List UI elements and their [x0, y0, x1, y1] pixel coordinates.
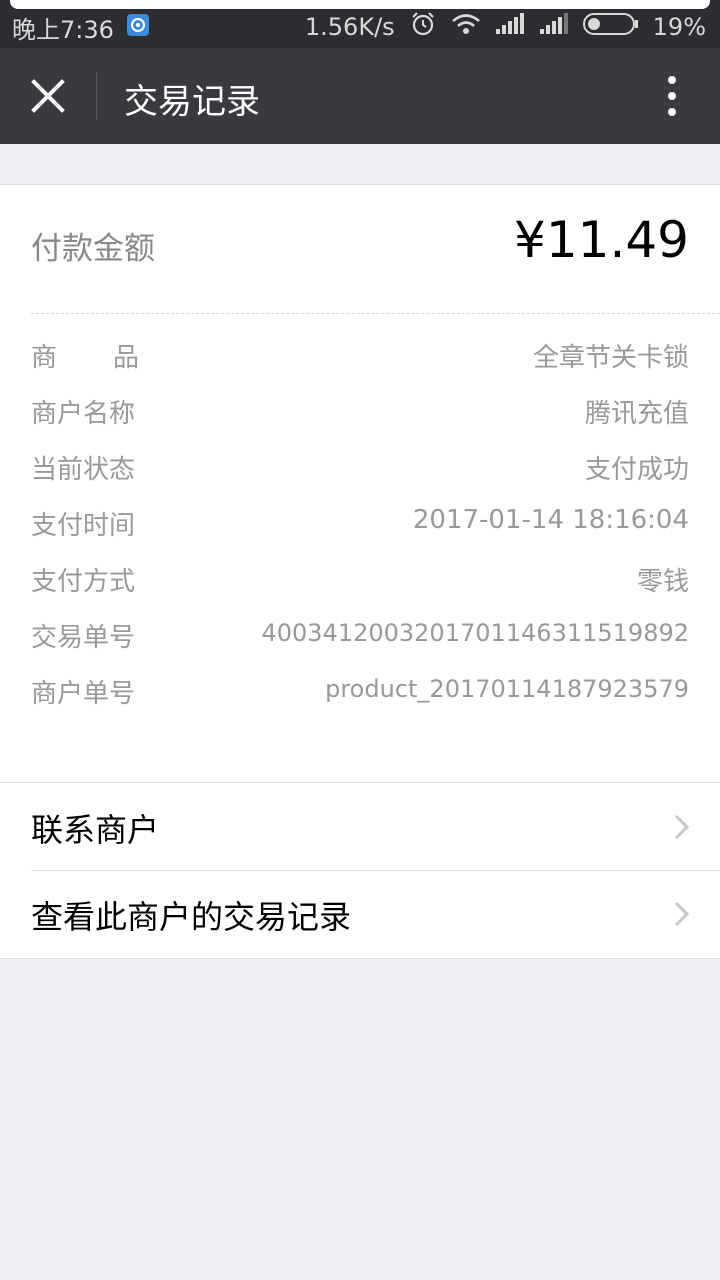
network-speed: 1.56K/s	[304, 13, 395, 41]
status-right: 1.56K/s 19%	[291, 10, 706, 44]
detail-value: 全章节关卡锁	[532, 343, 689, 373]
chevron-right-icon	[674, 814, 690, 840]
status-left: 晚上7:36	[12, 10, 150, 45]
action-menu: 联系商户 查看此商户的交易记录	[0, 782, 720, 959]
signal-icon	[539, 13, 569, 41]
wifi-icon	[451, 12, 481, 42]
menu-label: 查看此商户的交易记录	[31, 898, 352, 936]
page-title: 交易记录	[124, 82, 260, 122]
status-bar: 晚上7:36 1.56K/s 19%	[0, 0, 720, 48]
status-time: 晚上7:36	[12, 16, 114, 44]
battery-icon	[582, 12, 639, 42]
detail-value: product_20170114187923579	[325, 675, 689, 703]
detail-row-time: 支付时间 2017-01-14 18:16:04	[0, 497, 720, 553]
close-button[interactable]	[20, 68, 76, 124]
signal-icon	[495, 13, 525, 41]
detail-label: 商户单号	[31, 679, 136, 709]
detail-label: 交易单号	[31, 623, 136, 653]
detail-value: 支付成功	[584, 455, 689, 485]
merchant-history-item[interactable]: 查看此商户的交易记录	[0, 870, 720, 957]
amount-label: 付款金额	[31, 231, 155, 267]
detail-value: 4003412003201701146311519892	[261, 619, 689, 647]
battery-level: 19%	[652, 13, 706, 41]
detail-row-product: 商品 全章节关卡锁	[0, 329, 720, 385]
amount-value: ¥11.49	[514, 211, 689, 269]
transaction-card: 付款金额 ¥11.49 商品 全章节关卡锁 商户名称 腾讯充值 当前状态 支付成…	[0, 184, 720, 783]
detail-label: 支付时间	[31, 511, 136, 541]
detail-label: 当前状态	[31, 455, 136, 485]
notification-icon	[126, 13, 150, 43]
more-icon	[668, 76, 676, 116]
nav-divider	[96, 72, 97, 120]
more-button[interactable]	[648, 70, 696, 122]
detail-row-method: 支付方式 零钱	[0, 553, 720, 609]
detail-row-transaction-id: 交易单号 4003412003201701146311519892	[0, 609, 720, 665]
detail-label: 商户名称	[31, 399, 136, 429]
detail-row-merchant: 商户名称 腾讯充值	[0, 385, 720, 441]
alarm-icon	[409, 10, 437, 44]
nav-bar: 交易记录	[0, 48, 720, 144]
amount-row: 付款金额 ¥11.49	[0, 185, 720, 313]
menu-label: 联系商户	[31, 811, 160, 849]
dashed-divider	[31, 313, 720, 314]
detail-value: 2017-01-14 18:16:04	[412, 505, 689, 535]
detail-row-merchant-order: 商户单号 product_20170114187923579	[0, 665, 720, 721]
detail-value: 腾讯充值	[584, 399, 689, 429]
detail-label: 商品	[31, 343, 196, 373]
contact-merchant-item[interactable]: 联系商户	[0, 783, 720, 870]
detail-label: 支付方式	[31, 567, 136, 597]
top-pill	[10, 0, 710, 9]
detail-value: 零钱	[636, 567, 689, 597]
detail-list: 商品 全章节关卡锁 商户名称 腾讯充值 当前状态 支付成功 支付时间 2017-…	[0, 329, 720, 721]
close-icon	[31, 79, 65, 113]
chevron-right-icon	[674, 901, 690, 927]
detail-row-status: 当前状态 支付成功	[0, 441, 720, 497]
